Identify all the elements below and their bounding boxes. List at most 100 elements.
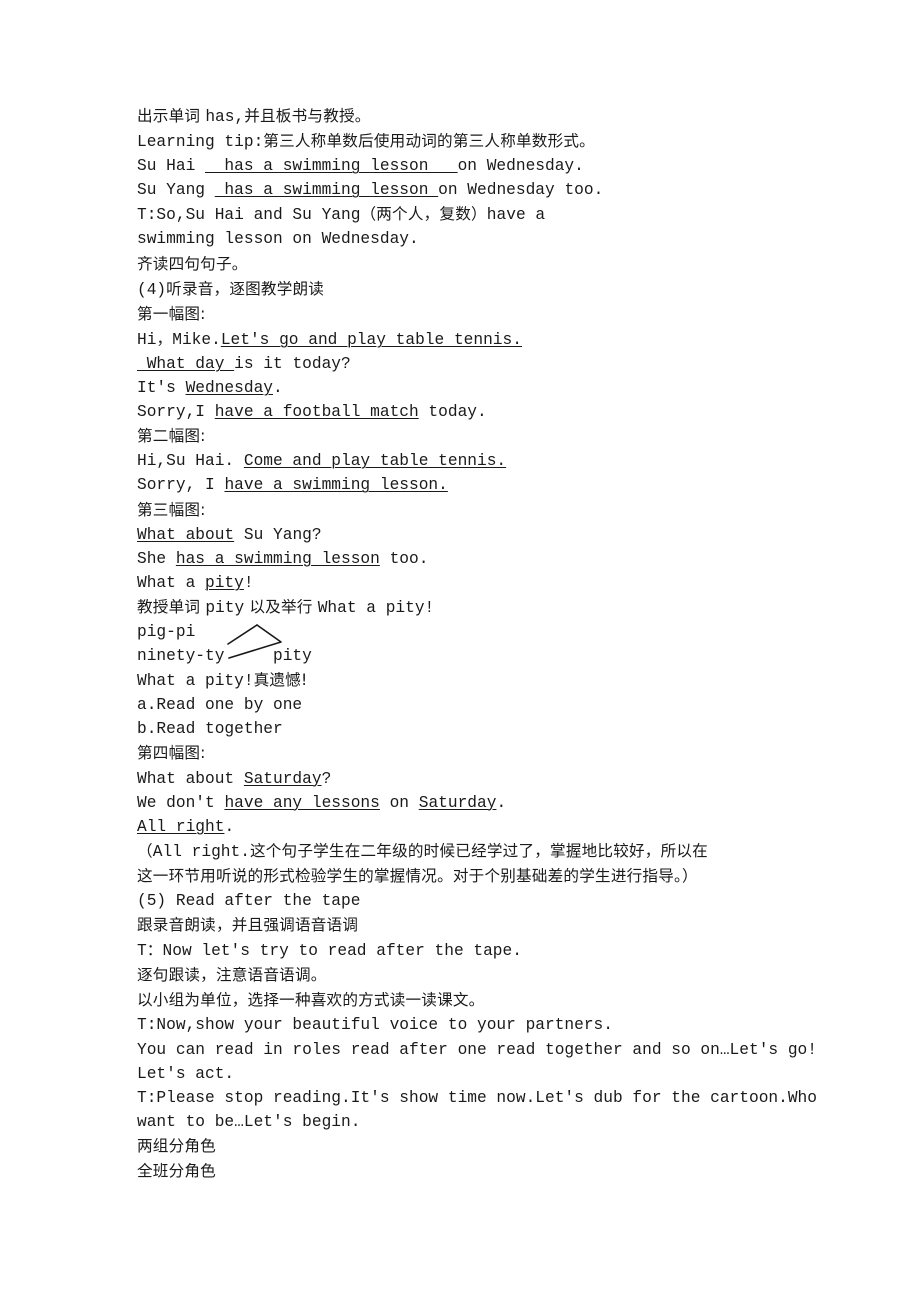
text-run: !: [243, 573, 254, 592]
text-run: 第三幅图:: [137, 500, 206, 519]
text-run: Su Hai: [137, 157, 205, 176]
text-run: 第二幅图:: [137, 427, 206, 446]
text-run: ?: [321, 769, 332, 788]
text-line: T:So,Su Hai and Su Yang（两个人，复数）have a: [137, 202, 807, 227]
text-run: What a: [137, 573, 205, 592]
text-run: .: [224, 817, 235, 836]
text-line: b.Read together: [137, 717, 807, 741]
text-run: （: [137, 841, 153, 860]
text-line: What a pity!: [137, 571, 807, 595]
text-line: 第二幅图:: [137, 424, 807, 449]
text-line: (4)听录音，逐图教学朗读: [137, 277, 807, 302]
underlined-text: Saturday: [418, 793, 497, 812]
text-line: a.Read one by one: [137, 693, 807, 717]
text-line: What about Saturday?: [137, 767, 807, 791]
underlined-text: pity: [205, 573, 244, 592]
underlined-text: has a swimming lesson: [175, 549, 380, 568]
text-run: ninety-ty pity: [137, 647, 312, 666]
text-line: pig-pi: [137, 620, 807, 644]
text-run: .: [273, 379, 283, 398]
text-line: 出示单词 has,并且板书与教授。: [137, 104, 807, 129]
text-run: Sorry,I: [137, 403, 215, 422]
text-run: have a: [486, 206, 546, 225]
text-run: She: [137, 549, 176, 568]
lesson-plan-body: 出示单词 has,并且板书与教授。 Learning tip:第三人称单数后使用动…: [137, 104, 817, 1184]
text-run: 以及举行: [244, 597, 318, 616]
text-run: 第四幅图:: [137, 744, 206, 763]
text-line: Su Yang has a swimming lesson on Wednesd…: [137, 178, 807, 202]
text-line: 齐读四句句子。: [137, 252, 807, 277]
text-run: today.: [418, 403, 487, 422]
text-run: （两个人，复数）: [360, 205, 487, 224]
document-page: 出示单词 has,并且板书与教授。 Learning tip:第三人称单数后使用动…: [0, 0, 920, 1302]
text-line: Sorry, I have a swimming lesson.: [137, 473, 807, 497]
text-run: (5) Read after the tape: [137, 892, 361, 910]
text-run: 这个句子学生在二年级的时候已经学过了，掌握地比较好，所以在: [249, 841, 708, 860]
text-run: 这一环节用听说的形式检验学生的掌握情况。对于个别基础差的学生进行指导。）: [137, 866, 698, 885]
text-run: 并且板书与教授。: [244, 107, 371, 125]
text-line: swimming lesson on Wednesday.: [137, 227, 807, 251]
text-run: Su Yang: [137, 181, 215, 200]
text-line: We don't have any lessons on Saturday.: [137, 791, 807, 815]
text-line: Let's act.: [137, 1062, 807, 1086]
text-line: 第三幅图:: [137, 498, 807, 523]
text-line: All right.: [137, 815, 807, 839]
text-run: 真遗憾!: [253, 671, 308, 690]
text-line: You can read in roles read after one rea…: [137, 1038, 817, 1062]
text-line: 两组分角色: [137, 1134, 807, 1159]
text-run: 齐读四句句子。: [137, 254, 248, 273]
text-run: T:So,Su Hai and Su Yang: [137, 206, 361, 225]
underlined-text: have a swimming lesson.: [224, 476, 448, 495]
text-run: Let's act.: [137, 1064, 235, 1083]
underlined-text: has a swimming lesson: [214, 181, 439, 200]
text-run: ,: [234, 108, 245, 126]
text-run: Hi: [137, 330, 157, 349]
text-run: 逐句跟读，注意语音语调。: [137, 966, 327, 985]
text-run: All right.: [152, 842, 250, 861]
underlined-text: Come and play table tennis.: [243, 452, 507, 471]
text-run: ，: [156, 329, 173, 348]
text-run: We don't: [137, 793, 225, 812]
text-line: T：Now let's try to read after the tape.: [137, 938, 807, 963]
text-line: It's Wednesday.: [137, 376, 807, 400]
text-run: 第一幅图:: [137, 304, 206, 323]
underlined-text: has a swimming lesson: [205, 157, 458, 176]
text-line: What about Su Yang?: [137, 523, 807, 547]
text-run: 出示单词: [137, 107, 206, 125]
text-run: swimming lesson on Wednesday.: [137, 230, 419, 249]
text-run: Hi,Su Hai.: [137, 452, 244, 471]
underlined-text: have a football match: [214, 403, 419, 422]
underlined-text: have any lessons: [224, 793, 380, 812]
text-line: Learning tip:第三人称单数后使用动词的第三人称单数形式。: [137, 129, 807, 154]
text-run: It's: [137, 379, 186, 398]
text-run: has: [205, 108, 235, 126]
underlined-text: All right: [137, 817, 225, 836]
text-line: 逐句跟读，注意语音语调。: [137, 963, 807, 988]
text-line: T:Please stop reading.It's show time now…: [137, 1086, 817, 1110]
underlined-text: Let's go and play table tennis.: [220, 330, 522, 349]
underlined-text: Wednesday: [185, 379, 274, 398]
text-line: 第一幅图:: [137, 302, 807, 327]
text-run: Now let's try to read after the tape.: [162, 942, 522, 961]
text-line: (5) Read after the tape: [137, 889, 807, 913]
text-run: T:Please stop reading.It's show time now…: [137, 1088, 817, 1107]
text-line: 以小组为单位，选择一种喜欢的方式读一读课文。: [137, 988, 807, 1013]
text-line: want to be…Let's begin.: [137, 1110, 807, 1134]
text-line: 第四幅图:: [137, 741, 807, 766]
underlined-text: What day: [137, 354, 235, 373]
text-line: Hi，Mike.Let's go and play table tennis.: [137, 327, 807, 352]
underlined-text: What about: [137, 525, 235, 544]
text-run: 两组分角色: [137, 1136, 216, 1155]
text-run: What a pity!: [317, 598, 435, 617]
text-line: She has a swimming lesson too.: [137, 547, 807, 571]
text-run: Learning tip:: [137, 133, 264, 152]
text-run: Mike.: [172, 330, 221, 349]
text-run: Sorry, I: [137, 476, 225, 495]
text-line: 教授单词 pity 以及举行 What a pity!: [137, 595, 807, 620]
text-line: ninety-ty pity: [137, 644, 807, 668]
text-line: 全班分角色: [137, 1159, 807, 1184]
text-run: on: [379, 793, 419, 812]
text-run: What a pity!: [137, 672, 254, 691]
text-run: on Wednesday too.: [438, 181, 604, 200]
text-run: 跟录音朗读，并且强调语音语调: [137, 916, 359, 935]
